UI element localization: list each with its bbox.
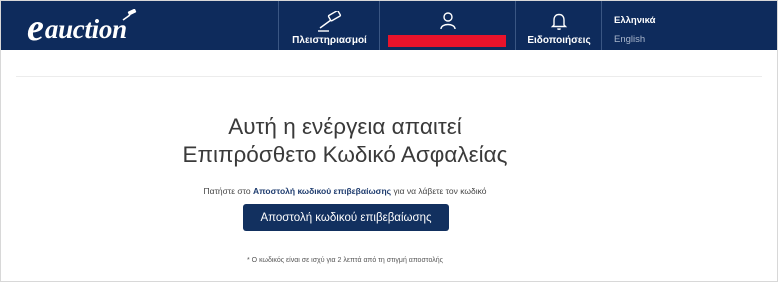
nav-auctions[interactable]: Πλειστηριασμοί (278, 1, 380, 50)
top-navigation-bar: e auction Πλειστηριασμοί Ειδοποιήσεις Ελ… (1, 1, 777, 50)
instruction-prefix: Πατήστε στο (203, 186, 251, 196)
language-greek[interactable]: Ελληνικά (614, 15, 655, 27)
logo-gavel-icon (122, 9, 137, 21)
nav-notifications-label: Ειδοποιήσεις (527, 35, 591, 46)
nav-notifications[interactable]: Ειδοποιήσεις (515, 1, 602, 50)
logo-letter-e: e (27, 7, 44, 49)
language-switcher: Ελληνικά English (601, 1, 702, 50)
language-english[interactable]: English (614, 34, 645, 46)
logo-wordmark: auction (44, 14, 127, 44)
instruction-suffix: για να λάβετε τον κωδικό (393, 186, 487, 196)
eauction-logo[interactable]: e auction (27, 7, 137, 49)
send-code-button[interactable]: Αποστολή κωδικού επιβεβαίωσης (243, 204, 449, 231)
instruction-text: Πατήστε στο Αποστολή κωδικού επιβεβαίωση… (0, 185, 690, 197)
nav-auctions-label: Πλειστηριασμοί (292, 35, 367, 46)
content-divider (16, 76, 762, 77)
code-validity-note: * Ο κωδικός είναι σε ισχύ για 2 λεπτά απ… (247, 257, 443, 264)
page-title-line-1: Αυτή η ενέργεια απαιτεί (228, 114, 462, 139)
page-title: Αυτή η ενέργεια απαιτεί Επιπρόσθετο Κωδι… (0, 113, 690, 169)
page-title-line-2: Επιπρόσθετο Κωδικό Ασφαλείας (182, 142, 508, 167)
nav-account[interactable] (379, 1, 516, 50)
user-icon (440, 12, 456, 30)
gavel-icon (317, 11, 341, 32)
instruction-link[interactable]: Αποστολή κωδικού επιβεβαίωσης (253, 186, 391, 196)
bell-icon (550, 13, 568, 30)
redacted-username (388, 35, 506, 47)
